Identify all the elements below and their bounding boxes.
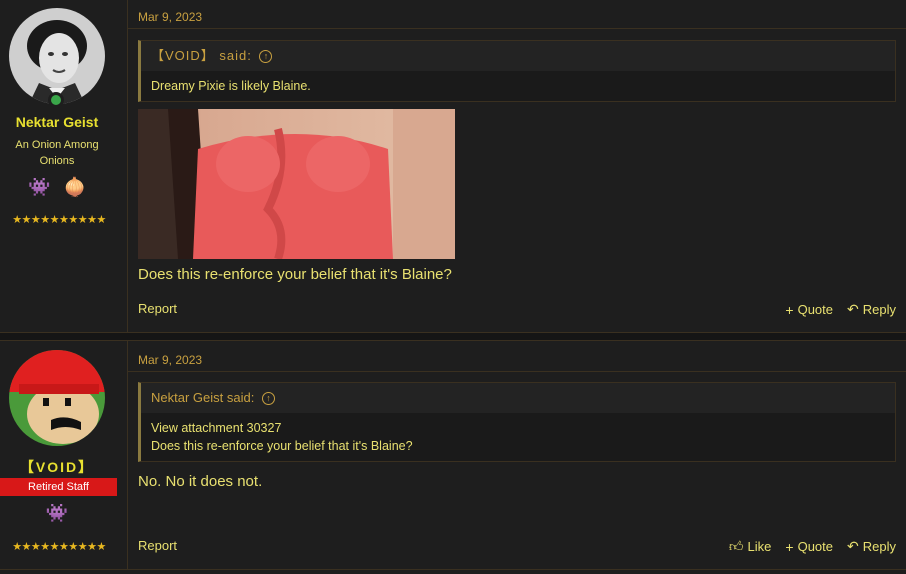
user-title: An Onion Among Onions <box>15 139 99 167</box>
post-date[interactable]: Mar 9, 2023 <box>138 353 202 367</box>
post-date[interactable]: Mar 9, 2023 <box>138 10 202 24</box>
quote-header[interactable]: Nektar Geist said: ↑ <box>141 383 895 413</box>
rating-stars: ★★★★★★★★★★ <box>12 214 106 226</box>
quote-label: Quote <box>797 302 834 317</box>
trophy-badges: 👾 <box>0 503 114 524</box>
online-status-icon <box>48 92 64 108</box>
plus-icon: + <box>785 538 794 555</box>
quote-header[interactable]: 【VOID】 said: ↑ <box>141 41 895 71</box>
post-message: Does this re-enforce your belief that it… <box>138 266 452 283</box>
reply-button[interactable]: ↶ Reply <box>847 301 896 318</box>
action-buttons: 👍︎ Like + Quote ↶ Reply <box>729 538 896 555</box>
report-link[interactable]: Report <box>138 301 177 316</box>
reply-label: Reply <box>862 302 896 317</box>
quote-author[interactable]: 【VOID】 said: <box>151 48 252 63</box>
user-column: Nektar Geist An Onion Among Onions 👾 🧅 ★… <box>0 0 128 332</box>
attachment-photo <box>138 109 455 259</box>
attachment-image[interactable] <box>138 109 455 259</box>
post-2: 【VOID】 Retired Staff 👾 ★★★★★★★★★★ Mar 9,… <box>0 340 906 570</box>
reply-label: Reply <box>862 539 896 554</box>
action-buttons: + Quote ↶ Reply <box>785 301 896 318</box>
quote-button[interactable]: + Quote <box>785 301 833 318</box>
quote-body: View attachment 30327 Does this re-enfor… <box>141 413 895 461</box>
reply-button[interactable]: ↶ Reply <box>847 538 896 555</box>
plus-icon: + <box>785 301 794 318</box>
quote-button[interactable]: + Quote <box>785 538 833 555</box>
quote-label: Quote <box>797 539 834 554</box>
username[interactable]: Nektar Geist <box>0 114 114 130</box>
arrow-up-circle-icon[interactable]: ↑ <box>259 50 273 64</box>
avatar-image <box>9 350 105 446</box>
rating-stars: ★★★★★★★★★★ <box>12 541 106 553</box>
invader-badge-icon: 👾 <box>28 177 51 197</box>
retired-staff-banner: Retired Staff <box>0 478 117 496</box>
attachment-link[interactable]: View attachment 30327 <box>151 419 885 437</box>
quote-block: 【VOID】 said: ↑ Dreamy Pixie is likely Bl… <box>138 40 896 102</box>
post-separator <box>0 333 906 340</box>
post-1: Nektar Geist An Onion Among Onions 👾 🧅 ★… <box>0 0 906 333</box>
avatar[interactable] <box>9 8 105 104</box>
avatar[interactable] <box>9 350 105 446</box>
onion-badge-icon: 🧅 <box>63 177 86 197</box>
quote-block: Nektar Geist said: ↑ View attachment 303… <box>138 382 896 462</box>
trophy-badges: 👾 🧅 <box>0 177 114 198</box>
like-button[interactable]: 👍︎ Like <box>729 538 772 555</box>
quote-text: Does this re-enforce your belief that it… <box>151 439 413 453</box>
reply-icon: ↶ <box>847 538 859 554</box>
avatar-image <box>9 8 105 104</box>
thumbs-up-icon: 👍︎ <box>728 538 744 554</box>
quote-author[interactable]: Nektar Geist said: <box>151 390 254 405</box>
divider <box>128 28 906 29</box>
user-column: 【VOID】 Retired Staff 👾 ★★★★★★★★★★ <box>0 341 128 569</box>
divider <box>128 371 906 372</box>
arrow-up-circle-icon[interactable]: ↑ <box>261 392 275 406</box>
report-link[interactable]: Report <box>138 538 177 553</box>
username[interactable]: 【VOID】 <box>0 457 114 477</box>
invader-badge-icon: 👾 <box>45 503 69 523</box>
post-message: No. No it does not. <box>138 473 263 490</box>
quote-text: Dreamy Pixie is likely Blaine. <box>151 79 311 93</box>
reply-icon: ↶ <box>847 301 859 317</box>
like-label: Like <box>747 539 772 554</box>
